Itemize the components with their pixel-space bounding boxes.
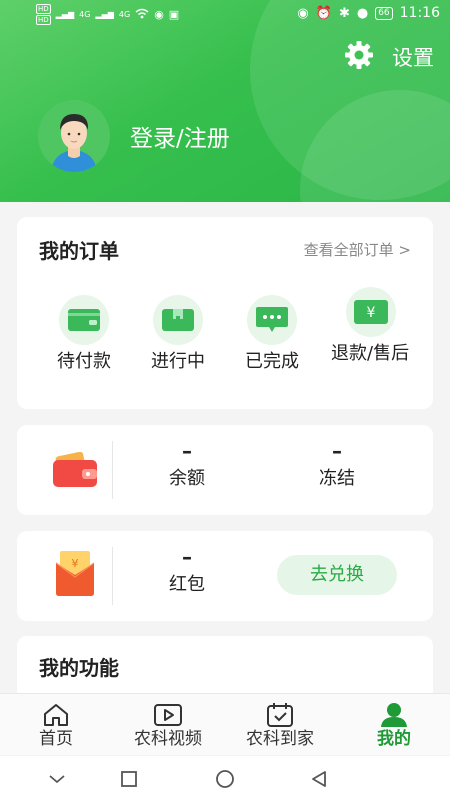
wifi-icon (135, 8, 149, 22)
yen-icon: ¥ (346, 287, 396, 337)
bottom-tab-bar: 首页 农科视频 农科到家 我的 (0, 693, 450, 755)
location-icon: ● (356, 5, 369, 21)
red-packet-card: ¥ – 红包 去兑换 (17, 531, 433, 621)
red-packet-stat[interactable]: – 红包 (132, 543, 242, 599)
signal-icon: ▂▄▆ (55, 10, 75, 19)
order-completed[interactable]: 已完成 (227, 295, 317, 375)
tab-home[interactable]: 首页 (0, 702, 112, 750)
order-item-label: 已完成 (245, 351, 299, 372)
balance-value: – (182, 439, 192, 463)
tab-agri-video[interactable]: 农科视频 (112, 702, 224, 750)
home-nav-icon[interactable] (214, 768, 236, 790)
avatar (38, 100, 110, 172)
order-refund-aftersale[interactable]: ¥ 退款/售后 (321, 287, 421, 367)
settings-button[interactable]: 设置 (344, 40, 434, 74)
order-pending-payment[interactable]: 待付款 (39, 295, 129, 375)
tab-label: 首页 (39, 729, 73, 749)
home-icon (0, 702, 112, 728)
red-wallet-icon (52, 451, 98, 492)
exchange-button[interactable]: 去兑换 (277, 555, 397, 595)
calendar-check-icon (224, 702, 336, 728)
frozen-label: 冻结 (319, 468, 355, 489)
red-packet-label: 红包 (169, 574, 205, 595)
battery-icon: 66 (375, 6, 393, 20)
gear-icon (344, 40, 374, 74)
status-bar: HD HD ▂▄▆ 4G ▂▄▆ 4G ◉ ▣ ◉ ⏰ ✱ ● 66 11:16 (0, 0, 450, 28)
signal-icon: ▂▄▆ (95, 10, 114, 19)
frozen-stat[interactable]: – 冻结 (282, 437, 392, 493)
red-packet-value: – (182, 545, 192, 569)
recent-apps-icon[interactable] (118, 768, 140, 790)
network-type: 4G (79, 10, 91, 19)
network-type: 4G (118, 10, 131, 19)
tab-mine[interactable]: 我的 (338, 702, 450, 750)
my-orders-card: 我的订单 查看全部订单 > 待付款 进行中 已完成 ¥ 退款/售后 (17, 217, 433, 409)
tab-label: 我的 (377, 729, 411, 749)
svg-text:¥: ¥ (72, 557, 79, 570)
hd-badge: HD (36, 15, 51, 25)
order-item-label: 退款/售后 (331, 343, 410, 364)
view-all-orders-link[interactable]: 查看全部订单 > (304, 239, 411, 260)
order-item-label: 待付款 (57, 351, 111, 372)
hd-badge: HD (36, 4, 51, 14)
balance-label: 余额 (169, 468, 205, 489)
functions-title: 我的功能 (39, 656, 119, 680)
tab-agri-delivery[interactable]: 农科到家 (224, 702, 336, 750)
alarm-icon: ⏰ (315, 5, 332, 21)
clock: 11:16 (399, 5, 440, 21)
package-icon (153, 295, 203, 345)
divider (112, 441, 113, 499)
app-notification-icon: ◉ (154, 8, 164, 21)
red-packet-icon: ¥ (54, 549, 96, 601)
person-icon (338, 702, 450, 728)
tab-label: 农科到家 (246, 729, 314, 749)
app-notification-icon: ▣ (168, 8, 180, 21)
order-item-label: 进行中 (151, 351, 205, 372)
back-icon[interactable] (308, 768, 330, 790)
profile-header: HD HD ▂▄▆ 4G ▂▄▆ 4G ◉ ▣ ◉ ⏰ ✱ ● 66 11:16 (0, 0, 450, 202)
divider (112, 547, 113, 605)
order-in-progress[interactable]: 进行中 (133, 295, 223, 375)
tab-label: 农科视频 (134, 729, 202, 749)
system-navigation-bar (0, 756, 450, 800)
bluetooth-icon: ✱ (338, 5, 350, 21)
balance-stat[interactable]: – 余额 (132, 437, 242, 493)
svg-text:¥: ¥ (367, 305, 376, 321)
chat-bubble-icon (247, 295, 297, 345)
login-register-entry[interactable]: 登录/注册 (38, 100, 230, 172)
wallet-card-icon (59, 295, 109, 345)
settings-label: 设置 (392, 46, 434, 70)
wallet-card: – 余额 – 冻结 (17, 425, 433, 515)
frozen-value: – (332, 439, 342, 463)
orders-title: 我的订单 (39, 239, 119, 263)
eye-comfort-icon: ◉ (297, 5, 309, 21)
login-register-link[interactable]: 登录/注册 (130, 119, 230, 153)
collapse-icon[interactable] (46, 768, 68, 790)
video-icon (112, 702, 224, 728)
